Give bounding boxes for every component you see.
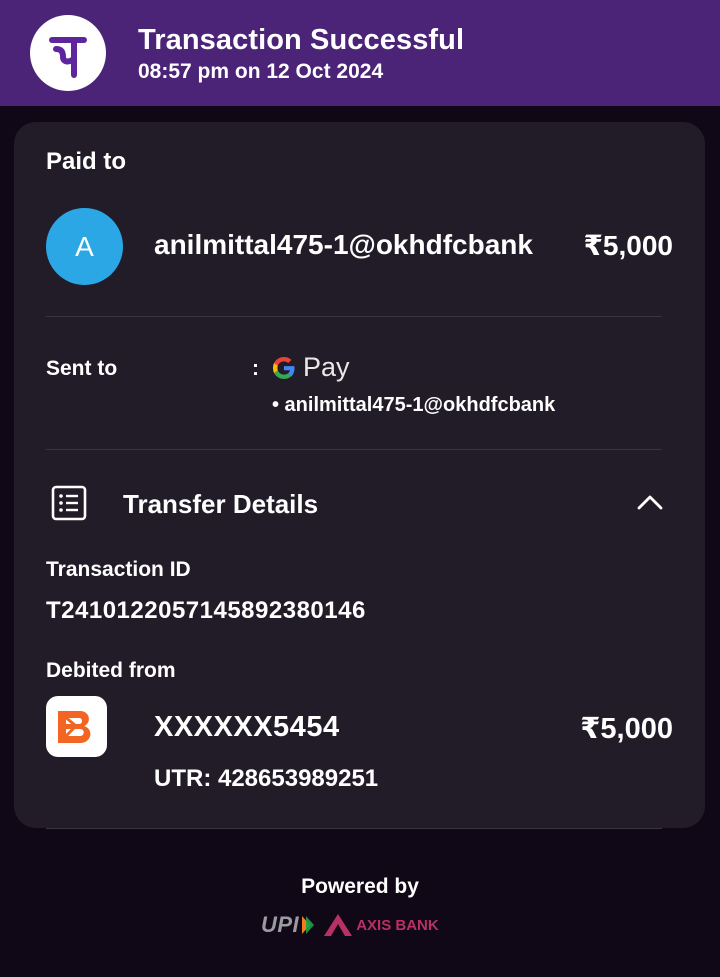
transaction-timestamp: 08:57 pm on 12 Oct 2024 (138, 60, 384, 83)
header-bar: Transaction Successful 08:57 pm on 12 Oc… (0, 0, 720, 106)
powered-by-label: Powered by (301, 875, 419, 898)
phonepe-logo-glyph (49, 37, 87, 78)
transaction-card: Paid to A anilmittal475-1@okhdfcbank ₹5,… (14, 122, 705, 828)
utr-number[interactable]: UTR: 428653989251 (154, 765, 378, 793)
divider (46, 449, 662, 450)
payee-vpa: anilmittal475-1@okhdfcbank (154, 229, 533, 260)
receipt-list-icon (51, 485, 87, 526)
paid-amount: ₹5,000 (583, 230, 673, 261)
sent-to-colon: : (252, 357, 259, 380)
page-title: Transaction Successful (138, 24, 465, 56)
upi-logo: UPI (261, 912, 300, 937)
avatar: A (46, 208, 123, 285)
debited-amount: ₹5,000 (580, 713, 673, 745)
upi-arrow-icon (302, 916, 315, 934)
debited-account-number: XXXXXX5454 (154, 711, 340, 743)
divider (46, 828, 662, 829)
bank-of-baroda-logo (46, 696, 107, 757)
sent-to-label: Sent to (46, 357, 118, 380)
axis-bank-logo-icon (324, 914, 353, 936)
sent-to-vpa: • anilmittal475-1@okhdfcbank (272, 394, 556, 416)
transaction-id-value[interactable]: T2410122057145892380146 (46, 597, 366, 625)
divider (46, 316, 662, 317)
chevron-up-icon[interactable] (636, 492, 664, 517)
google-g-icon (273, 356, 295, 379)
gpay-logo: Pay (270, 352, 350, 383)
transfer-details-title[interactable]: Transfer Details (123, 489, 318, 520)
paid-to-label: Paid to (46, 148, 127, 175)
transaction-id-label: Transaction ID (46, 558, 191, 581)
axis-bank-label: AXIS BANK (356, 916, 439, 934)
partner-logos: UPI AXIS BANK (261, 912, 439, 938)
phonepe-logo (30, 15, 106, 91)
debited-from-label: Debited from (46, 659, 176, 682)
gpay-label: Pay (303, 352, 350, 382)
